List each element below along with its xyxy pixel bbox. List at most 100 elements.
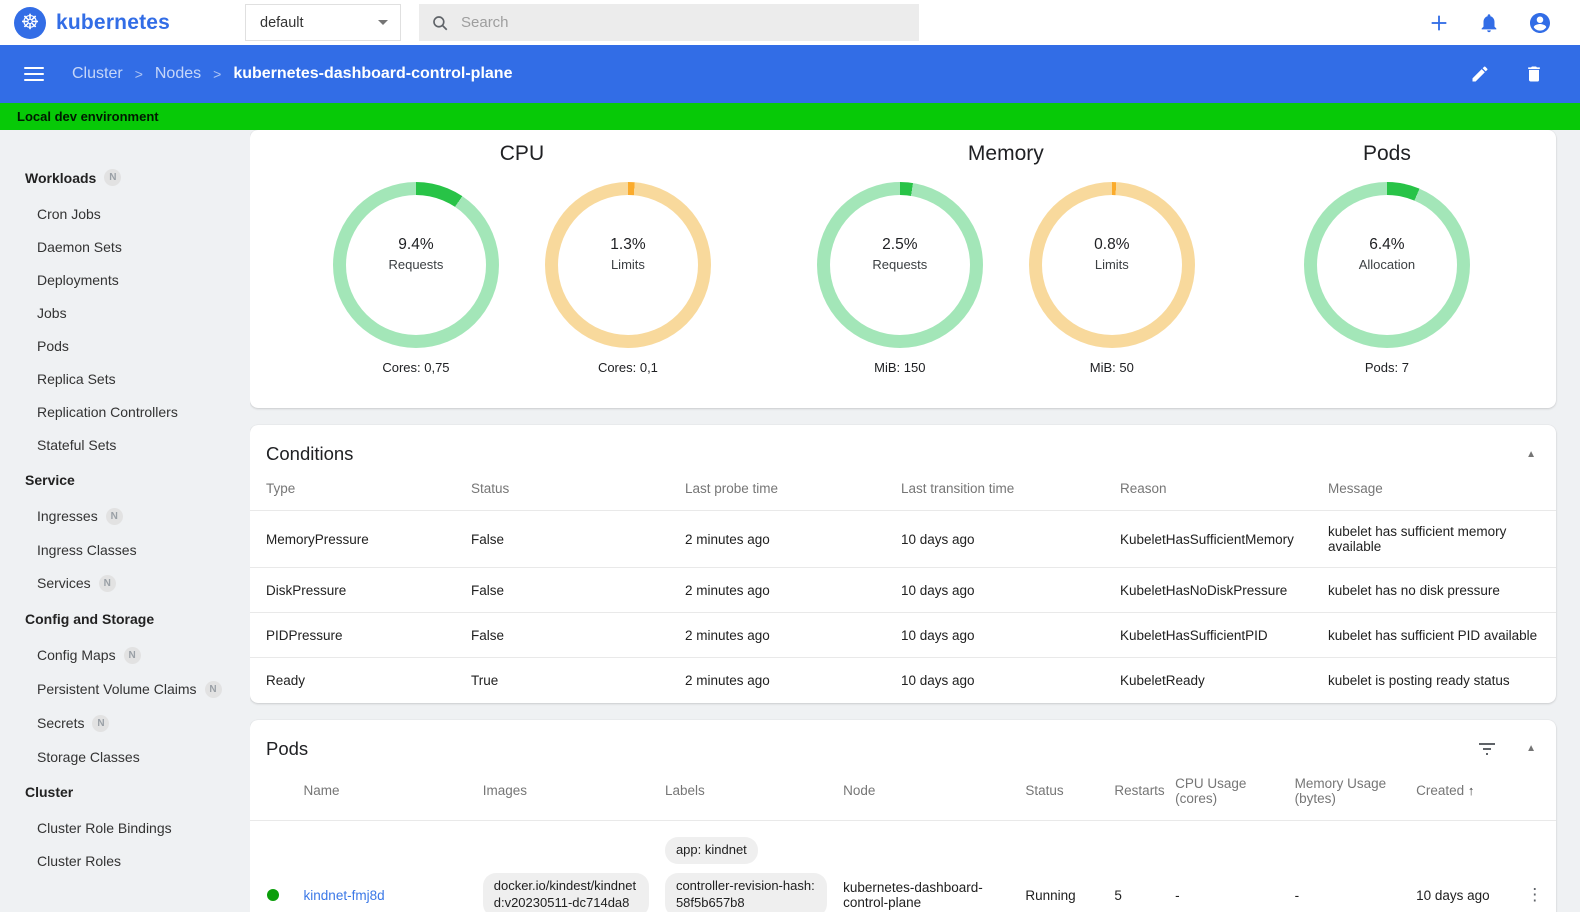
breadcrumb-nodes[interactable]: Nodes xyxy=(155,65,201,83)
namespace-value: default xyxy=(260,14,304,31)
pod-cpu-usage: - xyxy=(1167,819,1287,912)
table-row: PIDPressure False 2 minutes ago 10 days ago… xyxy=(250,612,1556,658)
gauge-footer: MiB: 50 xyxy=(1089,360,1134,375)
col-created[interactable]: Created ↑ xyxy=(1408,766,1513,821)
sidebar-item-config-maps[interactable]: Config Maps N xyxy=(0,638,250,672)
menu-hamburger-icon[interactable] xyxy=(24,63,44,85)
col-restarts: Restarts xyxy=(1114,783,1165,798)
table-row: kindnet-fmj8d docker.io/kindest/kindnetd… xyxy=(250,819,1556,912)
col-memory-usage: Memory Usage (bytes) xyxy=(1294,775,1387,806)
col-labels: Labels xyxy=(664,783,705,798)
pod-status-ok-icon xyxy=(267,889,279,902)
col-cpu-usage: CPU Usage (cores) xyxy=(1175,775,1247,806)
delete-trash-icon[interactable] xyxy=(1524,64,1544,84)
table-row: MemoryPressure False 2 minutes ago 10 days … xyxy=(250,510,1556,568)
kubernetes-logo-icon: ☸ xyxy=(14,6,46,39)
image-chip: docker.io/kindest/kindnetd:v20230511-dc7… xyxy=(482,873,649,912)
sidebar-nav: Workloads N Cron Jobs Daemon Sets Deploy… xyxy=(0,130,250,912)
pod-restarts: 5 xyxy=(1106,819,1168,912)
col-message: Message xyxy=(1328,481,1383,496)
section-label: Config and Storage xyxy=(25,611,155,627)
sidebar-item-jobs[interactable]: Jobs xyxy=(0,296,250,329)
col-name: Name xyxy=(303,783,340,798)
col-node: Node xyxy=(843,783,876,798)
namespaced-badge: N xyxy=(98,574,116,592)
sidebar-item-replica-sets[interactable]: Replica Sets xyxy=(0,362,250,395)
namespaced-badge: N xyxy=(204,680,222,698)
sidebar-item-pods[interactable]: Pods xyxy=(0,329,250,362)
sidebar-item-secrets[interactable]: Secrets N xyxy=(0,706,250,740)
collapse-arrow-icon[interactable]: ▲ xyxy=(1526,743,1536,754)
brand-name: kubernetes xyxy=(56,10,171,34)
conditions-table: Type Status Last probe time Last transit… xyxy=(250,471,1556,703)
sidebar-section-config-and-storage[interactable]: Config and Storage xyxy=(0,600,250,638)
namespaced-badge: N xyxy=(105,507,123,525)
col-last-probe-time: Last probe time xyxy=(685,481,779,496)
sidebar-section-cluster[interactable]: Cluster xyxy=(0,773,250,811)
collapse-arrow-icon[interactable]: ▲ xyxy=(1526,449,1536,460)
sidebar-item-deployments[interactable]: Deployments xyxy=(0,263,250,296)
allocation-card: CPU 9.4% Requests Cores: 0,75 1.3% Limit… xyxy=(250,130,1556,408)
gauge-sublabel: Limits xyxy=(1094,257,1129,272)
gauge-sublabel: Allocation xyxy=(1358,257,1416,272)
pod-status: Running xyxy=(1017,819,1107,912)
breadcrumb-cluster[interactable]: Cluster xyxy=(72,65,123,83)
sidebar-item-cron-jobs[interactable]: Cron Jobs xyxy=(0,197,250,230)
gauge-percent: 6.4% xyxy=(1369,236,1405,253)
account-avatar-icon[interactable] xyxy=(1528,11,1552,35)
sidebar-item-storage-classes[interactable]: Storage Classes xyxy=(0,740,250,773)
cpu-requests-gauge: 9.4% Requests Cores: 0,75 xyxy=(332,182,499,375)
section-label: Cluster xyxy=(25,784,74,800)
sidebar-section-service[interactable]: Service xyxy=(0,461,250,499)
sidebar-item-services[interactable]: Services N xyxy=(0,566,250,600)
row-menu-icon[interactable]: ⋮ xyxy=(1521,885,1548,905)
sidebar-item-ingress-classes[interactable]: Ingress Classes xyxy=(0,533,250,566)
filter-icon[interactable] xyxy=(1478,742,1496,756)
pod-created: 10 days ago xyxy=(1408,819,1514,912)
conditions-card: Conditions ▲ Type Status Last probe time… xyxy=(250,425,1556,703)
pod-memory-usage: - xyxy=(1286,819,1409,912)
sidebar-item-persistent-volume-claims[interactable]: Persistent Volume Claims N xyxy=(0,672,250,706)
page-title: kubernetes-dashboard-control-plane xyxy=(233,65,513,82)
namespaced-badge: N xyxy=(92,714,110,732)
environment-banner: Local dev environment xyxy=(0,103,1580,130)
chevron-right-icon: > xyxy=(134,66,143,82)
gauge-percent: 9.4% xyxy=(398,236,434,253)
sidebar-section-workloads[interactable]: Workloads N xyxy=(0,158,250,197)
sidebar-item-cluster-role-bindings[interactable]: Cluster Role Bindings xyxy=(0,811,250,844)
gauge-sublabel: Requests xyxy=(872,257,928,272)
sidebar-item-ingresses[interactable]: Ingresses N xyxy=(0,499,250,533)
sidebar-item-replication-controllers[interactable]: Replication Controllers xyxy=(0,395,250,428)
sidebar-item-daemon-sets[interactable]: Daemon Sets xyxy=(0,230,250,263)
action-bar: Cluster > Nodes > kubernetes-dashboard-c… xyxy=(0,45,1580,103)
col-status: Status xyxy=(471,481,510,496)
sort-ascending-icon[interactable]: ↑ xyxy=(1468,783,1475,798)
col-reason: Reason xyxy=(1120,481,1167,496)
col-last-transition-time: Last transition time xyxy=(901,481,1015,496)
table-row: DiskPressure False 2 minutes ago 10 days ag… xyxy=(250,567,1556,613)
sidebar-item-stateful-sets[interactable]: Stateful Sets xyxy=(0,428,250,461)
sidebar-item-cluster-roles[interactable]: Cluster Roles xyxy=(0,844,250,877)
col-type: Type xyxy=(266,481,296,496)
add-resource-button[interactable] xyxy=(1428,12,1450,34)
pods-gauge-group: Pods 6.4% Allocation Pods: 7 xyxy=(1248,142,1526,408)
label-chip: app: kindnet xyxy=(664,837,758,865)
namespace-select[interactable]: default xyxy=(245,4,401,41)
edit-pencil-icon[interactable] xyxy=(1470,64,1490,84)
gauge-percent: 0.8% xyxy=(1094,236,1130,253)
pod-name-link[interactable]: kindnet-fmj8d xyxy=(304,888,385,903)
section-label: Service xyxy=(25,472,75,488)
pods-card-title: Pods xyxy=(266,737,309,759)
pods-card: Pods ▲ Name Images Labels Node Status Re… xyxy=(250,719,1556,912)
search-input[interactable] xyxy=(461,14,907,31)
notifications-bell-icon[interactable] xyxy=(1478,12,1500,34)
top-app-bar: ☸ kubernetes default xyxy=(0,0,1580,45)
memory-requests-gauge: 2.5% Requests MiB: 150 xyxy=(816,182,983,375)
chevron-right-icon: > xyxy=(213,66,222,82)
search-bar[interactable] xyxy=(419,4,919,41)
search-icon xyxy=(431,14,449,32)
col-images: Images xyxy=(482,783,528,798)
table-row: Ready True 2 minutes ago 10 days ago Kubelet… xyxy=(250,657,1556,703)
gauge-sublabel: Requests xyxy=(388,257,444,272)
brand[interactable]: ☸ kubernetes xyxy=(0,6,245,39)
